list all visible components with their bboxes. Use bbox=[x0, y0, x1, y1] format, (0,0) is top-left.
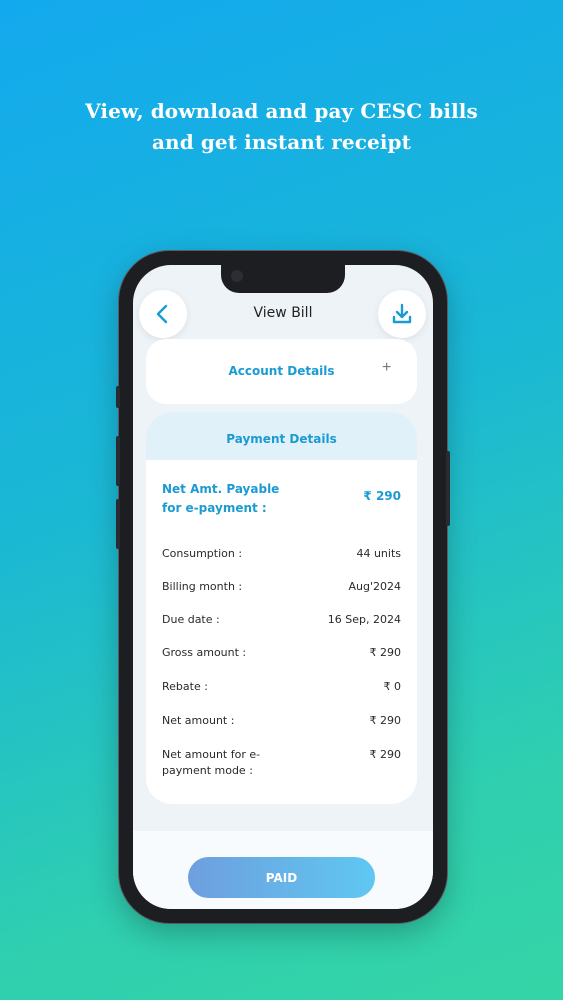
phone-power-button bbox=[446, 451, 450, 526]
detail-label: Gross amount : bbox=[162, 646, 247, 659]
phone-volume-up bbox=[116, 436, 120, 486]
net-payable-label: Net Amt. Payable for e-payment : bbox=[162, 482, 280, 515]
promo-headline: View, download and pay CESC bills and ge… bbox=[0, 96, 563, 158]
account-details-title: Account Details bbox=[228, 364, 335, 378]
detail-value: 16 Sep, 2024 bbox=[327, 613, 401, 626]
expand-plus-icon[interactable]: + bbox=[382, 359, 391, 377]
detail-label: Consumption : bbox=[162, 547, 243, 560]
net-payable-value: ₹ 290 bbox=[363, 489, 401, 503]
detail-label: Billing month : bbox=[162, 580, 243, 593]
payment-details-header: Payment Details bbox=[146, 412, 417, 460]
phone-side-button bbox=[116, 386, 120, 408]
front-camera bbox=[231, 270, 243, 282]
detail-label: Net amount : bbox=[162, 714, 235, 727]
payment-details-card: Payment Details Net Amt. Payable for e-p… bbox=[146, 412, 417, 804]
phone-frame: View Bill Account Details + Payment Deta… bbox=[116, 251, 450, 923]
detail-value: 44 units bbox=[356, 547, 401, 560]
headline-line-2: and get instant receipt bbox=[152, 130, 411, 154]
detail-label: Due date : bbox=[162, 613, 220, 626]
download-icon bbox=[392, 303, 412, 324]
payment-details-title: Payment Details bbox=[226, 432, 337, 446]
detail-value: ₹ 290 bbox=[369, 748, 402, 761]
detail-label: Rebate : bbox=[162, 680, 208, 693]
headline-line-1: View, download and pay CESC bills bbox=[85, 99, 478, 123]
account-details-card[interactable]: Account Details + bbox=[146, 339, 417, 404]
detail-label: Net amount for e-payment mode : bbox=[162, 748, 261, 777]
detail-value: ₹ 290 bbox=[369, 714, 402, 727]
paid-status-button[interactable]: PAID bbox=[188, 857, 375, 898]
detail-value: ₹ 290 bbox=[369, 646, 402, 659]
detail-value: ₹ 0 bbox=[383, 680, 402, 693]
phone-screen: View Bill Account Details + Payment Deta… bbox=[133, 265, 433, 909]
phone-volume-down bbox=[116, 499, 120, 549]
download-button[interactable] bbox=[378, 290, 426, 338]
detail-value: Aug'2024 bbox=[348, 580, 402, 593]
